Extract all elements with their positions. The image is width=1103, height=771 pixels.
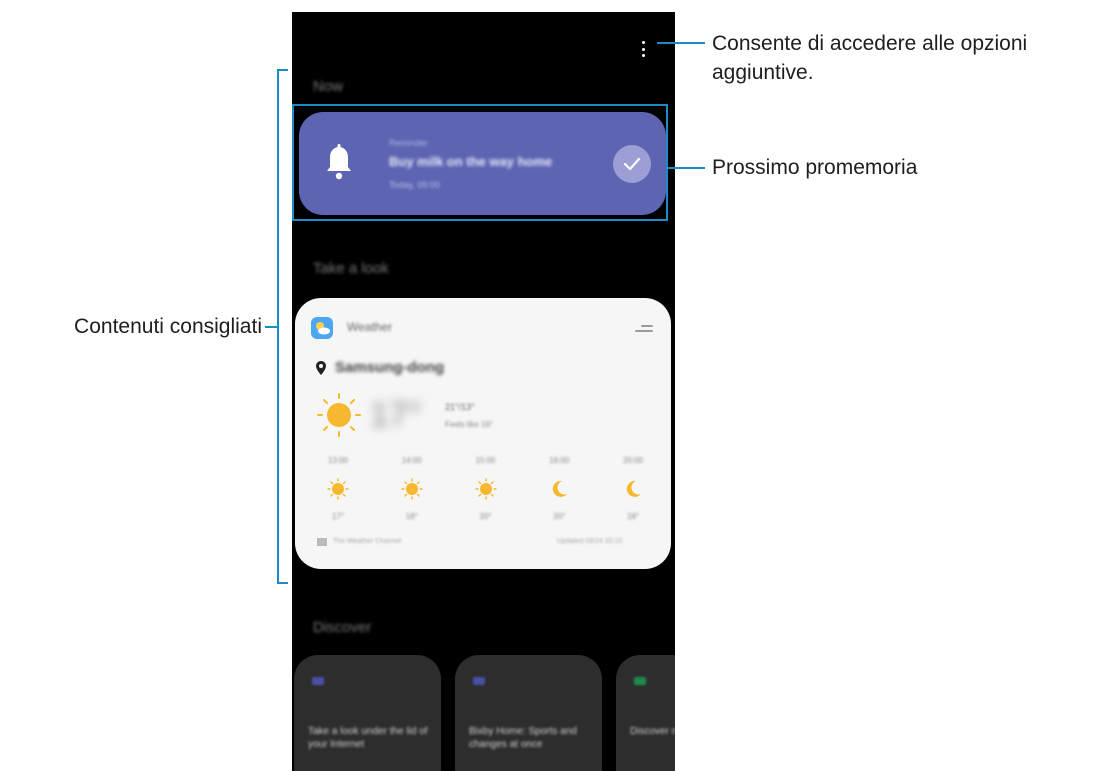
sun-icon [327,478,349,500]
discover-card[interactable]: Bixby Home: Sports and changes at once [455,655,602,771]
moon-icon [626,480,641,497]
discover-card-text: Bixby Home: Sports and changes at once [469,726,577,750]
forecast-time: 15:00 [475,456,496,465]
forecast-temp: 20° [553,512,566,521]
card-menu-icon[interactable] [635,325,653,335]
weather-provider: The Weather Channel [333,538,402,545]
section-title-now: Now [313,78,344,95]
callout-reminder: Prossimo promemoria [712,156,918,179]
weather-updated: Updated 09/24 20:15 [557,538,623,545]
forecast-temp: 17° [331,512,345,521]
sun-icon [317,393,361,437]
discover-card-text: Discover new [630,726,675,737]
sun-icon [401,478,423,500]
feels-like: Feels like 16° [445,420,494,429]
hourly-forecast: 13:00 17° 14:00 18° 15:00 20° 16:00 20° … [308,456,663,521]
provider-logo-icon [317,538,327,546]
forecast-time: 16:00 [549,456,570,465]
discover-card-text: Take a look under the lid of your Intern… [308,726,428,750]
options-leader-line [657,42,705,44]
forecast-item: 20:00 18° [603,456,663,521]
callout-options: Consente di accedere alle opzioni aggiun… [712,32,1028,84]
forecast-temp: 18° [405,512,418,521]
forecast-time: 14:00 [401,456,422,465]
reminder-leader-line [668,167,705,169]
weather-icon [311,317,333,339]
forecast-item: 13:00 17° [308,456,368,521]
moon-icon [553,480,568,497]
forecast-temp: 18° [626,512,640,521]
weather-location: Samsung-dong [335,359,445,376]
discover-card-icon [312,677,324,685]
reminder-highlight-box [292,104,668,221]
current-temperature: 17° [370,396,422,434]
content-leader-line [265,326,277,328]
discover-card-icon [634,677,646,685]
forecast-temp: 20° [479,512,492,521]
sun-icon [474,478,497,500]
content-bracket [277,69,288,584]
discover-card[interactable]: Take a look under the lid of your Intern… [294,655,441,771]
forecast-item: 14:00 18° [382,456,442,521]
weather-card[interactable]: Weather Samsung-dong 17° 21°/13° Feels l… [295,298,671,569]
location-pin-icon [316,361,326,375]
discover-card-icon [473,677,485,685]
more-options-icon[interactable] [641,41,645,57]
hi-lo-temperature: 21°/13° [445,402,475,412]
forecast-item: 16:00 20° [529,456,589,521]
section-title-take-a-look: Take a look [313,260,389,277]
discover-card[interactable]: Discover new [616,655,675,771]
forecast-time: 20:00 [622,456,644,465]
forecast-item: 15:00 20° [456,456,516,521]
forecast-time: 13:00 [327,456,349,465]
section-title-discover: Discover [313,619,372,636]
weather-app-name: Weather [347,320,393,334]
callout-content: Contenuti consigliati [74,315,262,338]
